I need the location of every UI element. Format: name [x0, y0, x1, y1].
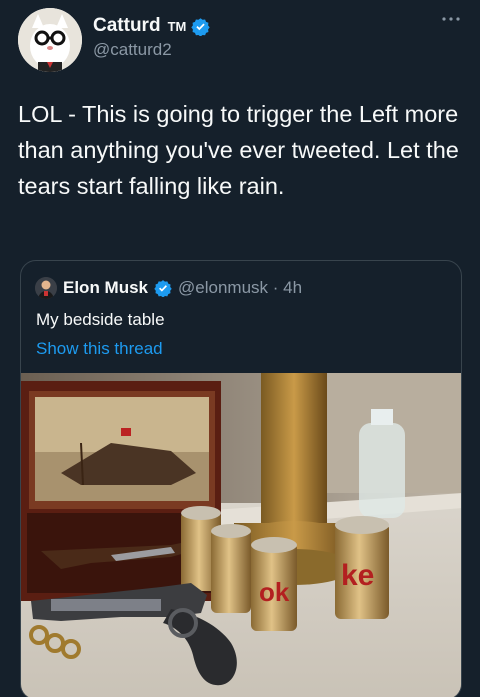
show-thread-link[interactable]: Show this thread [36, 339, 163, 359]
author-handle[interactable]: @catturd2 [93, 40, 210, 60]
quoted-author-name[interactable]: Elon Musk [63, 278, 148, 298]
quoted-author-avatar[interactable] [35, 277, 57, 299]
quoted-tweet[interactable]: Elon Musk @elonmusk · 4h My bedside tabl… [20, 260, 462, 697]
author-names: Catturd TM @catturd2 [93, 15, 211, 60]
author-trademark: TM [167, 18, 187, 34]
tweet-body-text: LOL - This is going to trigger the Left … [18, 101, 459, 199]
tweet-header: Catturd TM @catturd2 [18, 8, 462, 72]
author-display-name[interactable]: Catturd TM [93, 15, 211, 37]
can-label-right: ke [341, 559, 374, 592]
can-label-left: ok [259, 577, 290, 607]
verified-badge-icon [154, 280, 172, 297]
author-avatar[interactable] [18, 8, 82, 72]
more-options-icon[interactable] [440, 12, 462, 26]
quoted-author-handle[interactable]: @elonmusk · 4h [178, 278, 302, 298]
author-name-text: Catturd [93, 15, 161, 36]
quoted-tweet-header: Elon Musk @elonmusk · 4h [35, 277, 302, 299]
verified-badge-icon [191, 17, 211, 36]
quoted-handle-text: @elonmusk [178, 278, 269, 297]
quoted-tweet-photo[interactable]: ok ke [21, 373, 461, 697]
quoted-time[interactable]: 4h [283, 278, 302, 297]
meta-separator: · [272, 278, 279, 297]
quoted-tweet-text: My bedside table [36, 310, 165, 329]
